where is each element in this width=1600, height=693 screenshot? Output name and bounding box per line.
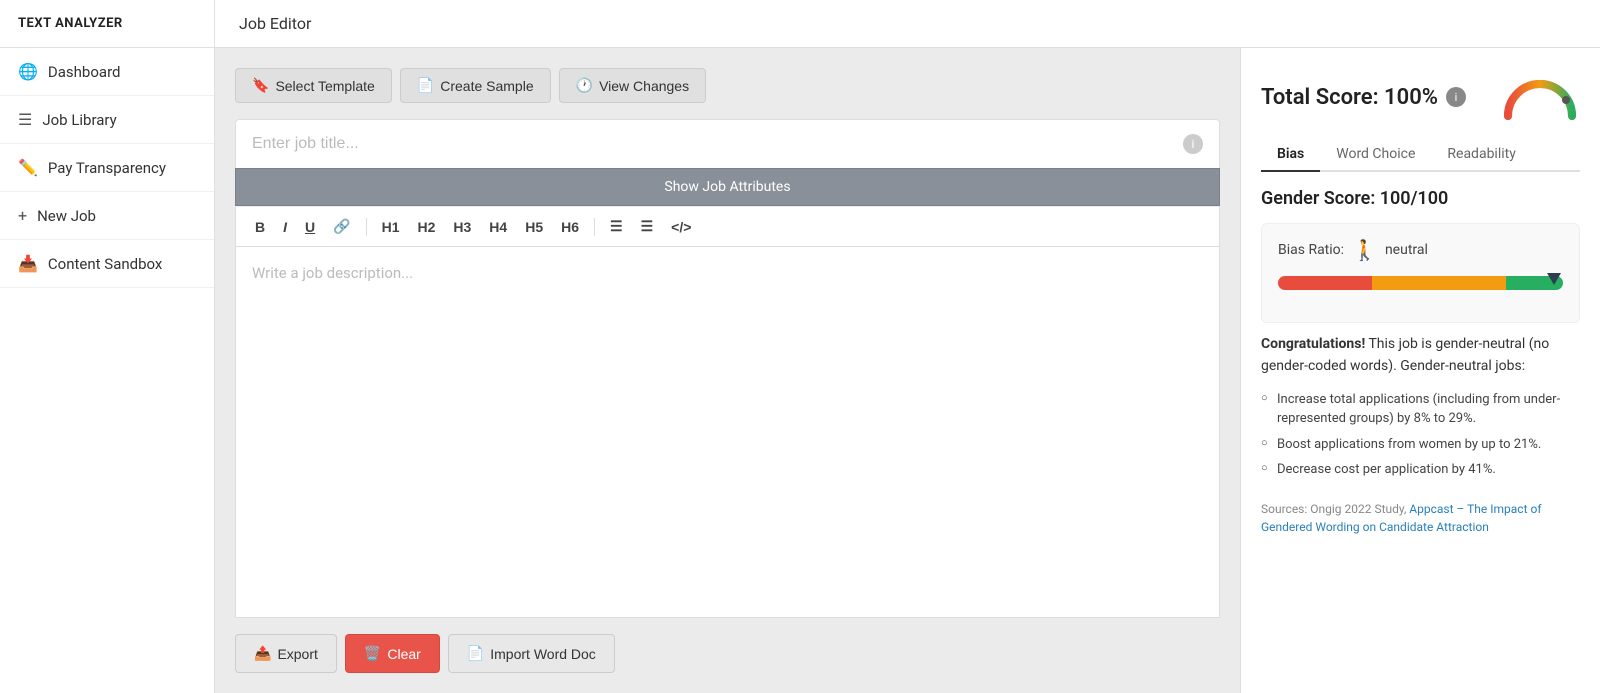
editor-content-area[interactable]: Write a job description... [235, 247, 1220, 618]
h5-button[interactable]: H5 [518, 216, 550, 238]
bias-ratio-label: Bias Ratio: [1278, 242, 1344, 258]
select-template-label: Select Template [275, 78, 374, 94]
benefit-item-1: Increase total applications (including f… [1277, 390, 1580, 429]
bottom-action-buttons: 📤 Export 🗑️ Clear 📄 Import Word Doc [235, 634, 1220, 673]
show-attributes-label: Show Job Attributes [664, 179, 790, 195]
view-changes-label: View Changes [599, 78, 689, 94]
content-sandbox-icon: 📥 [18, 254, 38, 273]
score-panel: Total Score: 100% i [1240, 48, 1600, 693]
h1-button[interactable]: H1 [375, 216, 407, 238]
ordered-list-button[interactable]: ☰ [634, 215, 661, 238]
pay-transparency-icon: ✏️ [18, 158, 38, 177]
h4-button[interactable]: H4 [482, 216, 514, 238]
score-tabs: Bias Word Choice Readability [1261, 138, 1580, 172]
new-job-icon: + [18, 206, 27, 225]
score-info-icon[interactable]: i [1446, 87, 1466, 107]
sidebar-item-job-library[interactable]: ☰ Job Library [0, 96, 214, 144]
job-title-input[interactable] [252, 135, 1183, 153]
tab-word-choice[interactable]: Word Choice [1320, 138, 1431, 172]
view-changes-button[interactable]: 🕐 View Changes [559, 68, 706, 103]
page-title: Job Editor [239, 14, 311, 33]
editor-wrapper: 🔖 Select Template 📄 Create Sample 🕐 View… [215, 48, 1600, 693]
benefit-item-2: Boost applications from women by up to 2… [1277, 435, 1580, 455]
benefits-list: Increase total applications (including f… [1261, 390, 1580, 486]
tab-readability[interactable]: Readability [1431, 138, 1531, 172]
editor-toolbar: 🔖 Select Template 📄 Create Sample 🕐 View… [235, 68, 1220, 103]
score-title-group: Total Score: 100% i [1261, 85, 1466, 110]
toolbar-separator-1 [366, 218, 367, 236]
import-label: Import Word Doc [490, 646, 596, 662]
job-library-icon: ☰ [18, 110, 32, 129]
link-button[interactable]: 🔗 [326, 215, 357, 238]
sidebar-item-new-job-label: New Job [37, 207, 96, 225]
h2-button[interactable]: H2 [410, 216, 442, 238]
underline-button[interactable]: U [298, 216, 322, 238]
sidebar-item-dashboard-label: Dashboard [48, 63, 121, 81]
show-attributes-button[interactable]: Show Job Attributes [235, 168, 1220, 206]
main-content: Job Editor 🔖 Select Template 📄 Create Sa… [215, 0, 1600, 693]
congrats-bold: Congratulations! [1261, 336, 1365, 352]
dashboard-icon: 🌐 [18, 62, 38, 81]
sidebar-item-pay-transparency[interactable]: ✏️ Pay Transparency [0, 144, 214, 192]
sidebar-item-new-job[interactable]: + New Job [0, 192, 214, 240]
toolbar-separator-2 [594, 218, 595, 236]
h6-button[interactable]: H6 [554, 216, 586, 238]
create-sample-label: Create Sample [440, 78, 533, 94]
trash-icon: 🗑️ [364, 645, 381, 662]
create-sample-button[interactable]: 📄 Create Sample [400, 68, 551, 103]
sidebar-item-pay-transparency-label: Pay Transparency [48, 159, 166, 177]
congrats-text: Congratulations! This job is gender-neut… [1261, 333, 1580, 378]
bias-indicator [1547, 273, 1561, 285]
editor-placeholder: Write a job description... [252, 264, 413, 282]
clear-button[interactable]: 🗑️ Clear [345, 634, 440, 673]
bold-button[interactable]: B [248, 216, 272, 238]
sources-text: Sources: Ongig 2022 Study, Appcast – The… [1261, 500, 1580, 536]
editor-panel: 🔖 Select Template 📄 Create Sample 🕐 View… [215, 48, 1240, 693]
sidebar-title: TEXT ANALYZER [0, 0, 214, 48]
import-icon: 📄 [467, 645, 484, 662]
sources-label: Sources: Ongig 2022 Study, [1261, 502, 1409, 516]
code-button[interactable]: </> [664, 216, 698, 238]
total-score-label: Total Score: 100% [1261, 85, 1438, 110]
export-button[interactable]: 📤 Export [235, 634, 337, 673]
page-header: Job Editor [215, 0, 1600, 48]
score-header: Total Score: 100% i [1261, 72, 1580, 122]
bias-ratio-row: Bias Ratio: 🚶 neutral [1278, 238, 1563, 262]
sidebar-item-content-sandbox-label: Content Sandbox [48, 255, 162, 273]
export-label: Export [277, 646, 317, 662]
sidebar-item-job-library-label: Job Library [42, 111, 116, 129]
job-title-bar: i [235, 119, 1220, 168]
h3-button[interactable]: H3 [446, 216, 478, 238]
sidebar: TEXT ANALYZER 🌐 Dashboard ☰ Job Library … [0, 0, 215, 693]
benefit-item-3: Decrease cost per application by 41%. [1277, 460, 1580, 480]
score-gauge [1500, 72, 1580, 122]
document-icon: 📄 [417, 77, 434, 94]
sidebar-item-dashboard[interactable]: 🌐 Dashboard [0, 48, 214, 96]
bias-ratio-status: neutral [1385, 242, 1428, 258]
tab-bias[interactable]: Bias [1261, 138, 1320, 172]
gauge-svg [1500, 72, 1580, 122]
gender-score-label: Gender Score: 100/100 [1261, 188, 1580, 209]
history-icon: 🕐 [576, 77, 593, 94]
export-icon: 📤 [254, 645, 271, 662]
bias-bar [1278, 276, 1563, 290]
title-info-icon[interactable]: i [1183, 134, 1203, 154]
import-word-button[interactable]: 📄 Import Word Doc [448, 634, 615, 673]
neutral-person-icon: 🚶 [1352, 238, 1377, 262]
italic-button[interactable]: I [276, 216, 294, 238]
rich-text-toolbar: B I U 🔗 H1 H2 H3 H4 H5 H6 ☰ ☰ </> [235, 206, 1220, 247]
bookmark-icon: 🔖 [252, 77, 269, 94]
unordered-list-button[interactable]: ☰ [603, 215, 630, 238]
select-template-button[interactable]: 🔖 Select Template [235, 68, 392, 103]
clear-label: Clear [387, 646, 420, 662]
sidebar-item-content-sandbox[interactable]: 📥 Content Sandbox [0, 240, 214, 288]
